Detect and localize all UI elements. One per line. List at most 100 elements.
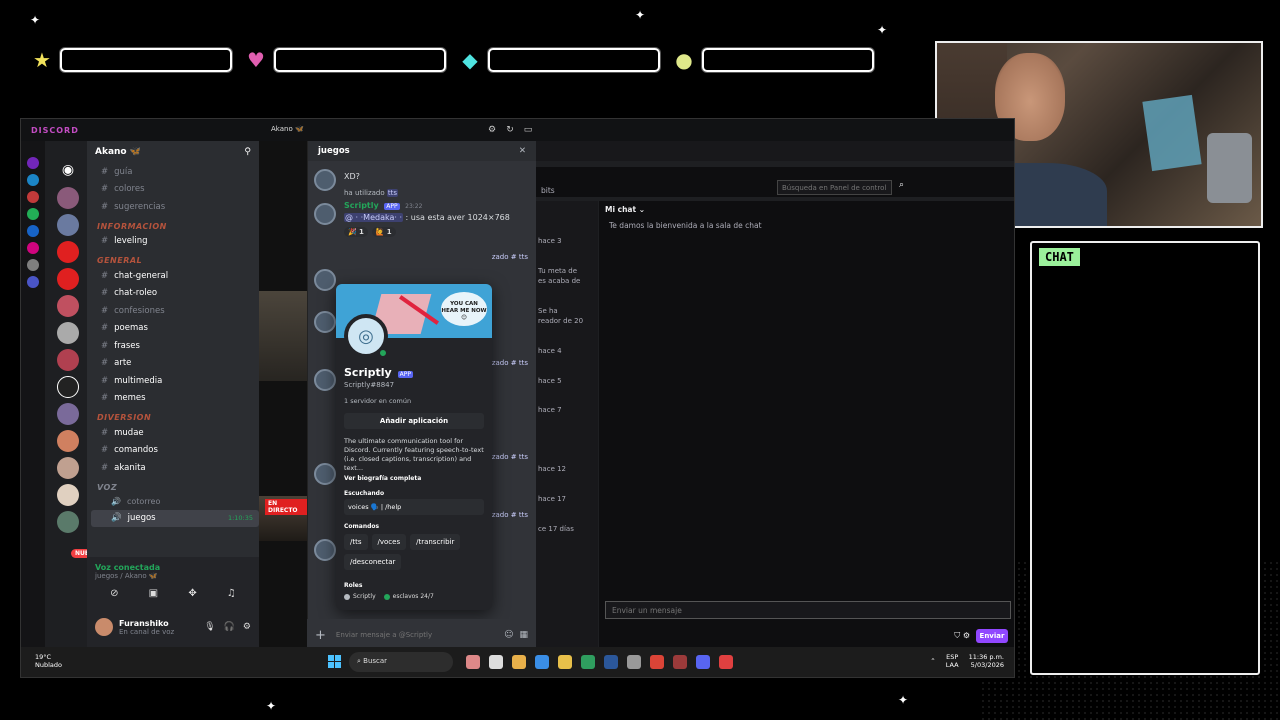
command-button[interactable]: /voces — [371, 534, 407, 550]
voice-channel-item[interactable]: 🔊 cotorreo — [91, 494, 259, 510]
category-voz[interactable]: VOZ — [91, 477, 259, 494]
taskbar-search[interactable]: ⌕ Buscar — [349, 652, 453, 672]
app-icon[interactable] — [535, 655, 549, 669]
close-icon[interactable]: ✕ — [519, 146, 526, 156]
chat-title[interactable]: Mi chat ⌄ — [605, 205, 645, 214]
sticker-icon[interactable]: ▦ — [519, 630, 528, 640]
app-icon[interactable] — [558, 655, 572, 669]
avatar[interactable] — [95, 618, 113, 636]
chevron-up-icon[interactable]: ⌃ — [930, 657, 935, 665]
send-button[interactable]: Enviar — [976, 629, 1008, 643]
app-icon[interactable] — [466, 655, 480, 669]
avatar[interactable] — [314, 311, 336, 333]
channel-item[interactable]: # multimedia — [91, 372, 259, 390]
app-icon[interactable] — [27, 191, 39, 203]
add-friend-icon[interactable]: ⚲ — [244, 147, 251, 157]
server-icon[interactable] — [57, 214, 79, 236]
channel-item[interactable]: # poemas — [91, 320, 259, 338]
message-input[interactable] — [335, 631, 499, 639]
server-icon[interactable] — [57, 430, 79, 452]
full-bio-link[interactable]: Ver biografía completa — [344, 475, 484, 482]
weather-widget[interactable]: 19°C Nublado — [35, 653, 62, 669]
category-diversion[interactable]: DIVERSION — [91, 407, 259, 424]
dashboard-search-input[interactable] — [777, 180, 892, 195]
user-mention[interactable]: @ · ·Medaka· · — [344, 213, 403, 222]
windows-start-icon[interactable] — [328, 655, 341, 668]
channel-item[interactable]: # chat-roleo — [91, 285, 259, 303]
avatar[interactable] — [314, 539, 336, 561]
avatar[interactable] — [314, 269, 336, 291]
channel-item[interactable]: # arte — [91, 355, 259, 373]
app-icon[interactable] — [581, 655, 595, 669]
avatar[interactable] — [314, 203, 336, 225]
app-icon[interactable] — [627, 655, 641, 669]
minimize-icon[interactable]: ▭ — [522, 124, 534, 136]
activities-icon[interactable]: ✥ — [188, 588, 196, 599]
avatar[interactable] — [314, 169, 336, 191]
command-button[interactable]: /transcribir — [410, 534, 461, 550]
app-icon[interactable] — [512, 655, 526, 669]
screen-share-icon[interactable]: ▣ — [149, 588, 158, 599]
category-general[interactable]: GENERAL — [91, 250, 259, 267]
channel-item[interactable]: # guía — [91, 163, 259, 181]
mutual-servers[interactable]: 1 servidor en común — [344, 397, 484, 405]
voice-channel-active[interactable]: 🔊 juegos 1:10:35 — [91, 509, 259, 527]
command-button[interactable]: /tts — [344, 534, 368, 550]
plus-icon[interactable]: + — [315, 628, 326, 643]
server-icon[interactable] — [57, 187, 79, 209]
refresh-icon[interactable]: ↻ — [504, 124, 516, 136]
app-icon[interactable] — [27, 157, 39, 169]
app-icon[interactable] — [604, 655, 618, 669]
channel-item[interactable]: # mudae — [91, 424, 259, 442]
app-icon[interactable] — [719, 655, 733, 669]
avatar[interactable] — [314, 369, 336, 391]
settings-icon[interactable]: ⚙ — [486, 124, 498, 136]
reaction[interactable]: 🙋 1 — [371, 227, 396, 237]
server-icon[interactable] — [57, 322, 79, 344]
chat-input[interactable] — [605, 601, 1011, 619]
channel-item[interactable]: # chat-general — [91, 267, 259, 285]
app-icon[interactable] — [27, 259, 39, 271]
app-icon[interactable] — [27, 208, 39, 220]
server-header[interactable]: Akano 🦋 ⚲ — [87, 141, 259, 163]
channel-item[interactable]: # confesiones — [91, 302, 259, 320]
avatar[interactable] — [314, 463, 336, 485]
channel-item[interactable]: # memes — [91, 390, 259, 408]
command-mention[interactable]: tts — [386, 189, 399, 197]
app-icon[interactable] — [489, 655, 503, 669]
server-icon[interactable] — [57, 349, 79, 371]
app-icon[interactable] — [650, 655, 664, 669]
channel-item[interactable]: # leveling — [91, 233, 259, 251]
server-icon[interactable] — [57, 484, 79, 506]
emoji-icon[interactable]: ☺ — [504, 630, 513, 640]
microphone-icon[interactable]: 🎙 — [204, 622, 215, 632]
channel-item[interactable]: # sugerencias — [91, 198, 259, 216]
server-icon[interactable] — [57, 376, 79, 398]
app-icon[interactable] — [27, 242, 39, 254]
bot-name[interactable]: Scriptly — [344, 201, 379, 210]
headphones-icon[interactable]: 🎧 — [224, 622, 235, 632]
server-icon[interactable] — [57, 241, 79, 263]
app-icon[interactable] — [27, 174, 39, 186]
command-button[interactable]: /desconectar — [344, 554, 402, 570]
channel-item[interactable]: # comandos — [91, 442, 259, 460]
gear-icon[interactable]: ⚙ — [243, 622, 251, 632]
server-icon[interactable] — [57, 403, 79, 425]
chat-settings-icons[interactable]: ⛉ ⚙ — [954, 631, 970, 641]
language-indicator[interactable]: ESP LAA — [946, 653, 959, 669]
app-icon[interactable] — [673, 655, 687, 669]
server-icon[interactable] — [57, 268, 79, 290]
soundboard-icon[interactable]: ♫ — [227, 588, 236, 599]
server-icon[interactable] — [57, 295, 79, 317]
channel-item[interactable]: # colores — [91, 181, 259, 199]
server-icon[interactable] — [57, 511, 79, 533]
channel-item[interactable]: # frases — [91, 337, 259, 355]
server-icon[interactable] — [57, 457, 79, 479]
add-app-button[interactable]: Añadir aplicación — [344, 413, 484, 429]
app-icon[interactable] — [696, 655, 710, 669]
search-icon[interactable]: ⌕ — [894, 180, 909, 195]
system-clock[interactable]: 11:36 p.m. 5/03/2026 — [969, 653, 1004, 669]
camera-off-icon[interactable]: ⊘ — [110, 588, 118, 599]
channel-item[interactable]: # akanita — [91, 459, 259, 477]
reaction[interactable]: 🎉 1 — [344, 227, 368, 237]
